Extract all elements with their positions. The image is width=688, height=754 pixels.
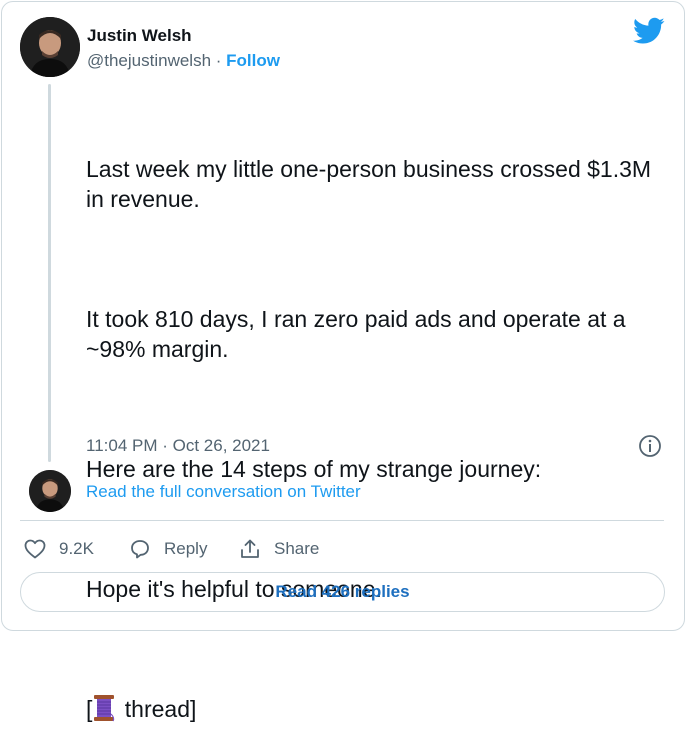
author-handle[interactable]: @thejustinwelsh: [87, 51, 211, 70]
like-count: 9.2K: [59, 539, 94, 558]
twitter-bird-icon[interactable]: [633, 17, 665, 45]
author-handle-row: @thejustinwelsh · Follow: [87, 51, 280, 71]
heart-icon: [24, 539, 46, 559]
reply-bubble-icon: [131, 540, 149, 559]
share-label: Share: [274, 539, 320, 558]
tweet-text: Last week my little one-person business …: [86, 94, 666, 754]
thread-connector-line: [48, 84, 51, 462]
read-full-conversation-link[interactable]: Read the full conversation on Twitter: [86, 482, 361, 502]
conversation-avatar[interactable]: [29, 470, 71, 512]
spool-of-thread-icon: [94, 695, 115, 722]
actions-divider: [20, 520, 664, 521]
thread-marker: [ thread]: [86, 694, 666, 724]
author-name[interactable]: Justin Welsh: [87, 26, 192, 46]
author-avatar-image: [20, 17, 80, 77]
author-avatar[interactable]: [20, 17, 80, 77]
share-button[interactable]: Share: [238, 537, 319, 561]
tweet-timestamp[interactable]: 11:04 PM · Oct 26, 2021: [86, 436, 270, 456]
conversation-avatar-image: [29, 470, 71, 512]
thread-label: thread]: [118, 696, 197, 722]
like-button[interactable]: 9.2K: [23, 537, 94, 561]
tweet-paragraph: It took 810 days, I ran zero paid ads an…: [86, 306, 632, 362]
reply-label: Reply: [164, 539, 208, 558]
handle-separator: ·: [211, 51, 227, 70]
follow-button[interactable]: Follow: [226, 51, 280, 70]
read-replies-button[interactable]: Read 426 replies: [20, 572, 665, 612]
share-upload-icon: [241, 539, 259, 558]
tweet-paragraph: Last week my little one-person business …: [86, 156, 658, 212]
reply-button[interactable]: Reply: [128, 537, 207, 561]
info-icon[interactable]: [638, 434, 662, 458]
tweet-paragraph: Here are the 14 steps of my strange jour…: [86, 456, 542, 482]
